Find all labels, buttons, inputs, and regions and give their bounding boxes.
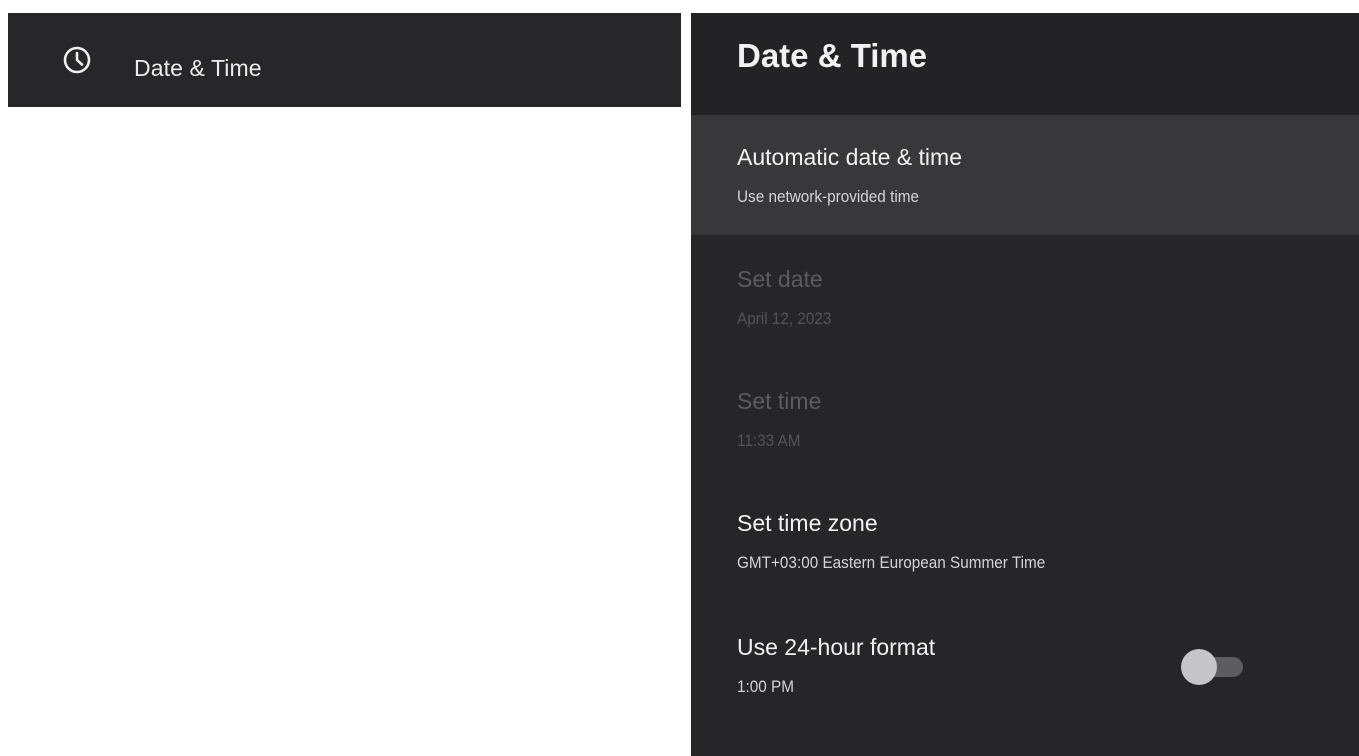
item-title: Use 24-hour format: [737, 634, 936, 660]
clock-icon: [62, 45, 92, 75]
item-subtitle: April 12, 2023: [737, 309, 832, 328]
page-title: Date & Time: [737, 37, 928, 74]
set-time-zone-item[interactable]: Set time zone GMT+03:00 Eastern European…: [691, 481, 1359, 601]
24-hour-format-toggle[interactable]: [1179, 648, 1245, 686]
left-pane-body: [8, 107, 681, 756]
set-time-item[interactable]: Set time 11:33 AM: [691, 359, 1359, 479]
settings-panel: Date & Time Automatic date & time Use ne…: [691, 13, 1359, 756]
left-header-title: Date & Time: [134, 55, 262, 81]
item-title: Set time zone: [737, 510, 878, 536]
item-subtitle: GMT+03:00 Eastern European Summer Time: [737, 553, 1046, 572]
settings-header: Date & Time: [691, 13, 1359, 115]
use-24-hour-format-item[interactable]: Use 24-hour format 1:00 PM: [691, 605, 1359, 725]
item-subtitle: 1:00 PM: [737, 677, 794, 696]
tv-settings-screen: Date & Time Date & Time Automatic date &…: [0, 0, 1359, 756]
item-subtitle: 11:33 AM: [737, 431, 801, 450]
toggle-knob: [1181, 649, 1217, 685]
item-title: Automatic date & time: [737, 144, 962, 170]
left-header: Date & Time: [8, 13, 681, 107]
set-date-item[interactable]: Set date April 12, 2023: [691, 237, 1359, 357]
item-title: Set time: [737, 388, 822, 414]
item-subtitle: Use network-provided time: [737, 187, 919, 206]
automatic-date-time-item[interactable]: Automatic date & time Use network-provid…: [691, 115, 1359, 235]
item-title: Set date: [737, 266, 823, 292]
